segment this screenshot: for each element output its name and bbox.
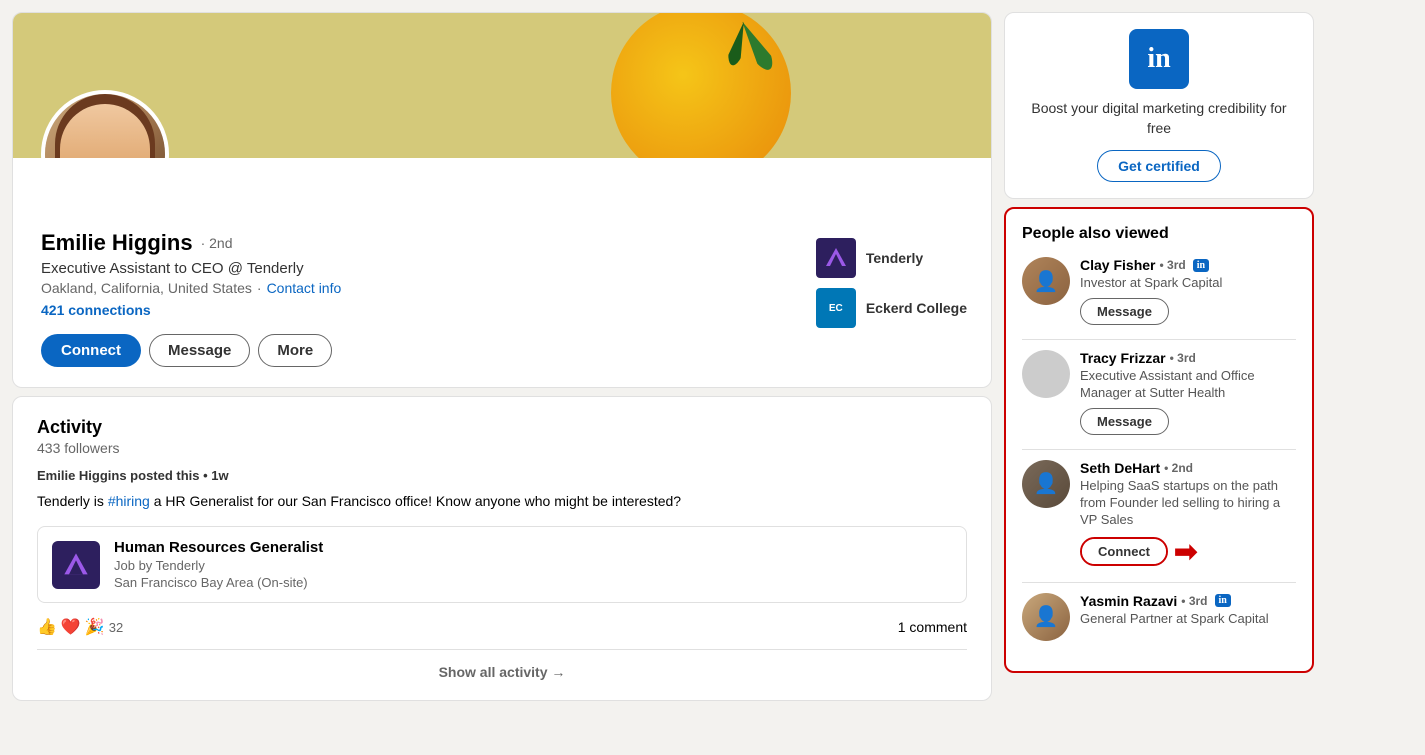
pav-connect-button-3[interactable]: Connect: [1082, 539, 1166, 564]
linkedin-badge-1: in: [1193, 259, 1209, 272]
company-name-eckerd: Eckerd College: [866, 300, 967, 316]
show-all-label: Show all activity →: [439, 664, 566, 680]
pav-name-3: Seth DeHart • 2nd: [1080, 460, 1296, 476]
location-text: Oakland, California, United States: [41, 280, 252, 296]
tenderly-logo: [816, 238, 856, 278]
job-info: Human Resources Generalist Job by Tender…: [114, 539, 323, 590]
eckerd-logo: EC: [816, 288, 856, 328]
avatar: [41, 90, 169, 158]
job-card[interactable]: Human Resources Generalist Job by Tender…: [37, 526, 967, 603]
ad-text: Boost your digital marketing credibility…: [1021, 99, 1297, 138]
profile-actions: Connect Message More: [41, 334, 816, 367]
activity-footer: 👍 ❤️ 🎉 32 1 comment: [37, 617, 967, 637]
activity-post-author-time: Emilie Higgins posted this • 1w: [37, 468, 229, 483]
pav-person-3: 👤 Seth DeHart • 2nd Helping SaaS startup…: [1022, 460, 1296, 568]
pav-info-4: Yasmin Razavi • 3rd in General Partner a…: [1080, 593, 1296, 634]
pav-info-1: Clay Fisher • 3rd in Investor at Spark C…: [1080, 257, 1296, 325]
company-name-tenderly: Tenderly: [866, 250, 923, 266]
profile-name: Emilie Higgins: [41, 230, 193, 256]
profile-degree: · 2nd: [201, 235, 233, 251]
pav-avatar-4: 👤: [1022, 593, 1070, 641]
activity-card: Activity 433 followers Emilie Higgins po…: [12, 396, 992, 701]
connect-highlight-row: Connect ➡: [1080, 535, 1296, 568]
job-location: San Francisco Bay Area (On-site): [114, 575, 323, 590]
post-text-suffix: a HR Generalist for our San Francisco of…: [150, 493, 681, 509]
pav-divider-2: [1022, 449, 1296, 450]
red-arrow-icon: ➡: [1174, 535, 1197, 568]
job-title: Human Resources Generalist: [114, 539, 323, 556]
post-hashtag[interactable]: #hiring: [108, 493, 150, 509]
activity-title: Activity: [37, 417, 967, 438]
pav-divider-3: [1022, 582, 1296, 583]
pav-divider-1: [1022, 339, 1296, 340]
pav-headline-4: General Partner at Spark Capital: [1080, 611, 1296, 628]
pav-person-4: 👤 Yasmin Razavi • 3rd in General Partner…: [1022, 593, 1296, 641]
contact-info-link[interactable]: Contact info: [267, 280, 342, 296]
activity-followers: 433 followers: [37, 440, 967, 456]
reaction-love-emoji: ❤️: [61, 617, 81, 637]
reactions-count: 32: [109, 620, 123, 635]
linkedin-cert-logo: in: [1129, 29, 1189, 89]
job-logo: [52, 541, 100, 589]
connect-button[interactable]: Connect: [41, 334, 141, 367]
profile-info: Emilie Higgins · 2nd Executive Assistant…: [41, 230, 816, 367]
company-item-tenderly[interactable]: Tenderly: [816, 238, 967, 278]
pav-message-button-1[interactable]: Message: [1080, 298, 1169, 325]
more-button[interactable]: More: [258, 334, 332, 367]
people-also-viewed-title: People also viewed: [1022, 225, 1296, 243]
reaction-like-emoji: 👍: [37, 617, 57, 637]
pav-person-1: 👤 Clay Fisher • 3rd in Investor at Spark…: [1022, 257, 1296, 325]
profile-title: Executive Assistant to CEO @ Tenderly: [41, 260, 816, 277]
pav-name-2: Tracy Frizzar • 3rd: [1080, 350, 1296, 366]
pav-info-2: Tracy Frizzar • 3rd Executive Assistant …: [1080, 350, 1296, 435]
banner-decoration-orange: [611, 13, 791, 158]
pav-avatar-2: [1022, 350, 1070, 398]
get-certified-button[interactable]: Get certified: [1097, 150, 1221, 182]
pav-info-3: Seth DeHart • 2nd Helping SaaS startups …: [1080, 460, 1296, 568]
pav-avatar-1: 👤: [1022, 257, 1070, 305]
show-all-activity[interactable]: Show all activity →: [37, 649, 967, 680]
pav-person-2: Tracy Frizzar • 3rd Executive Assistant …: [1022, 350, 1296, 435]
reaction-celebrate-emoji: 🎉: [85, 617, 105, 637]
connections-count[interactable]: 421 connections: [41, 302, 816, 318]
connect-highlight-box: Connect: [1080, 537, 1168, 566]
pav-headline-2: Executive Assistant and Office Manager a…: [1080, 368, 1296, 402]
job-company: Job by Tenderly: [114, 558, 323, 573]
right-sidebar: in Boost your digital marketing credibil…: [1004, 12, 1314, 743]
people-also-viewed-card: People also viewed 👤 Clay Fisher • 3rd i…: [1004, 207, 1314, 672]
company-item-eckerd[interactable]: EC Eckerd College: [816, 288, 967, 328]
pav-message-button-2[interactable]: Message: [1080, 408, 1169, 435]
job-logo-icon: [62, 551, 90, 579]
pav-name-4: Yasmin Razavi • 3rd in: [1080, 593, 1296, 609]
activity-post-text: Tenderly is #hiring a HR Generalist for …: [37, 491, 967, 512]
pav-headline-1: Investor at Spark Capital: [1080, 275, 1296, 292]
linkedin-badge-4: in: [1215, 594, 1231, 607]
profile-companies: Tenderly EC Eckerd College: [816, 230, 967, 328]
activity-post-meta: Emilie Higgins posted this • 1w: [37, 468, 967, 483]
avatar-image: [45, 94, 165, 158]
pav-headline-3: Helping SaaS startups on the path from F…: [1080, 478, 1296, 529]
ad-card: in Boost your digital marketing credibil…: [1004, 12, 1314, 199]
profile-card: Emilie Higgins · 2nd Executive Assistant…: [12, 12, 992, 388]
comments-count: 1 comment: [898, 619, 967, 635]
pav-avatar-3: 👤: [1022, 460, 1070, 508]
profile-location: Oakland, California, United States · Con…: [41, 280, 816, 296]
message-button[interactable]: Message: [149, 334, 250, 367]
reactions: 👍 ❤️ 🎉 32: [37, 617, 123, 637]
post-text-prefix: Tenderly is: [37, 493, 108, 509]
tenderly-icon: [824, 246, 848, 270]
profile-banner: [13, 13, 991, 158]
pav-name-1: Clay Fisher • 3rd in: [1080, 257, 1296, 273]
profile-name-row: Emilie Higgins · 2nd: [41, 230, 816, 256]
